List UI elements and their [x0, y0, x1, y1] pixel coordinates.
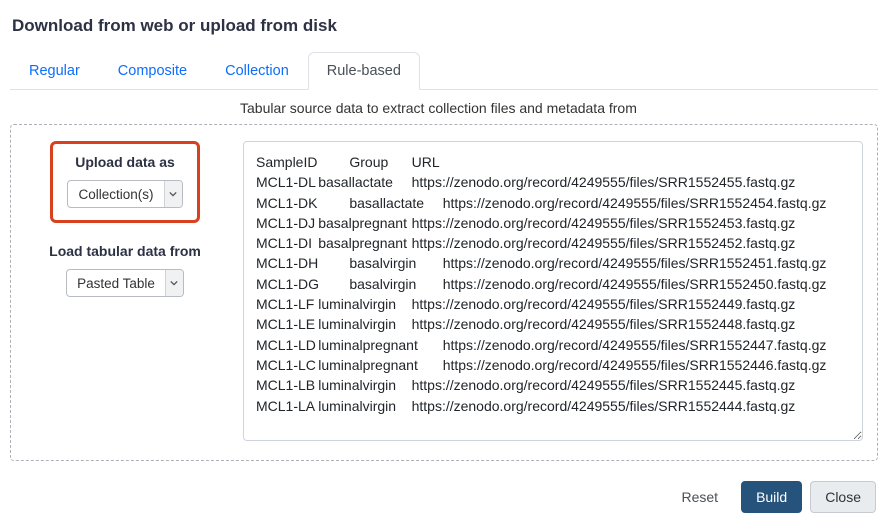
load-from-group: Load tabular data from Pasted Table — [49, 243, 201, 297]
tab-collection[interactable]: Collection — [206, 52, 308, 90]
footer: Reset Build Close — [10, 461, 878, 519]
tabs-container: Regular Composite Collection Rule-based — [10, 52, 878, 90]
upload-as-label: Upload data as — [67, 154, 183, 170]
close-button[interactable]: Close — [810, 481, 876, 513]
upload-panel: Upload data as Collection(s) Load tabula… — [10, 124, 878, 461]
subtitle: Tabular source data to extract collectio… — [10, 90, 878, 124]
pasted-table-container — [243, 141, 863, 444]
load-from-select[interactable]: Pasted Table — [66, 269, 184, 297]
pasted-table-textarea[interactable] — [243, 141, 863, 441]
load-from-value: Pasted Table — [67, 270, 165, 296]
upload-as-select[interactable]: Collection(s) — [67, 180, 182, 208]
upload-as-highlight: Upload data as Collection(s) — [50, 141, 200, 223]
build-button[interactable]: Build — [741, 481, 802, 513]
sidebar: Upload data as Collection(s) Load tabula… — [25, 141, 225, 297]
chevron-down-icon — [164, 181, 182, 207]
upload-as-value: Collection(s) — [68, 181, 163, 207]
chevron-down-icon — [165, 270, 183, 296]
page-title: Download from web or upload from disk — [10, 8, 878, 52]
tab-regular[interactable]: Regular — [10, 52, 99, 90]
load-from-label: Load tabular data from — [49, 243, 201, 259]
tab-composite[interactable]: Composite — [99, 52, 206, 90]
tab-rule-based[interactable]: Rule-based — [308, 52, 420, 90]
reset-button[interactable]: Reset — [666, 481, 733, 513]
